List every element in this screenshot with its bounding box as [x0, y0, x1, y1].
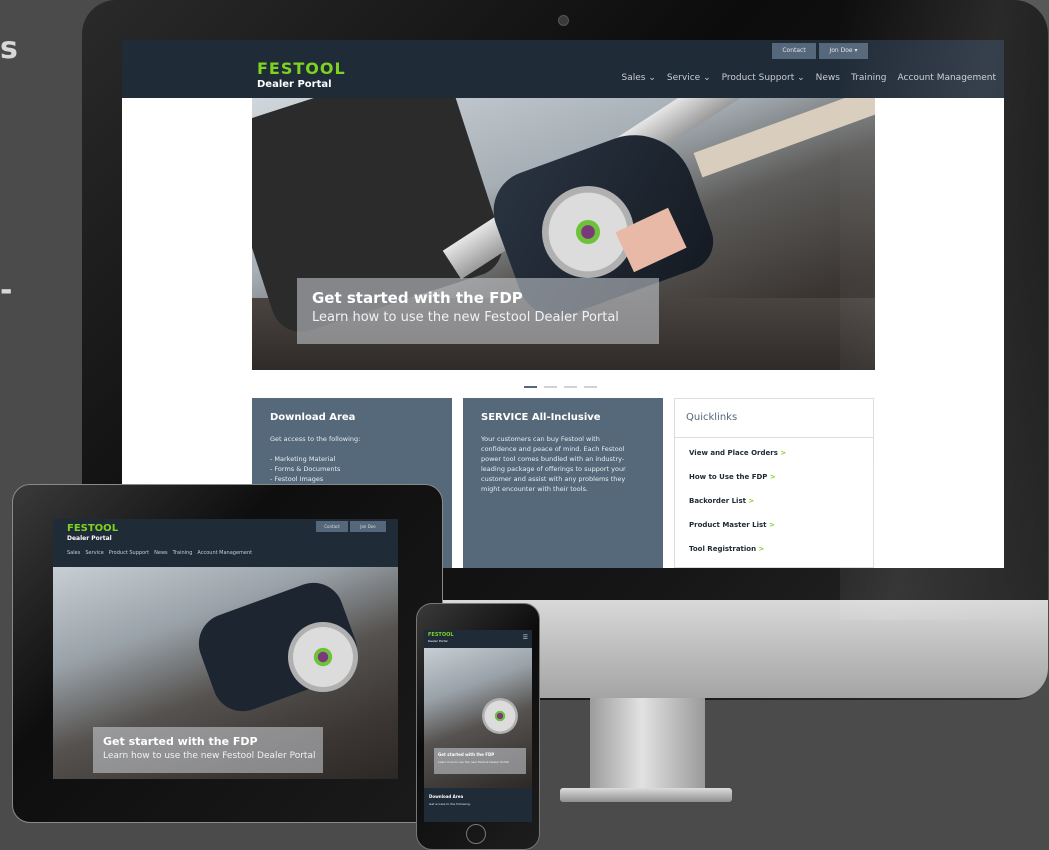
- phone-logo-subtitle: Dealer Portal: [428, 639, 448, 643]
- chevron-right-icon: >: [769, 473, 776, 481]
- slider-dots: [524, 386, 597, 388]
- phone-hero-subtitle: Learn how to use the new Festool Dealer …: [438, 760, 509, 764]
- phone-panel-text: Get access to the following:: [429, 802, 471, 806]
- hero-banner[interactable]: Get started with the FDP Learn how to us…: [252, 98, 875, 370]
- contact-button[interactable]: Contact: [772, 43, 816, 59]
- phone-header: FESTOOL Dealer Portal ☰: [424, 630, 532, 648]
- festool-logo[interactable]: FESTOOL: [257, 61, 346, 77]
- download-area-title: Download Area: [270, 412, 356, 423]
- chevron-right-icon: >: [780, 449, 787, 457]
- nav-item-account-management[interactable]: Account Management: [898, 73, 997, 83]
- slider-dot[interactable]: [564, 386, 577, 388]
- service-title: SERVICE All-Inclusive: [481, 412, 601, 423]
- download-area-text: Get access to the following: - Marketing…: [270, 435, 361, 483]
- tablet-hero-caption[interactable]: Get started with the FDP Learn how to us…: [93, 727, 323, 773]
- home-button[interactable]: [466, 824, 486, 844]
- site-header: FESTOOL Dealer Portal Contact Jon Doe ▾ …: [122, 40, 1004, 98]
- tablet-logo-subtitle: Dealer Portal: [67, 535, 112, 542]
- edge-text-1: s: [0, 31, 18, 66]
- chevron-down-icon: ⌄: [797, 73, 805, 83]
- tablet-nav-news[interactable]: News: [154, 550, 168, 556]
- tablet-hero-subtitle: Learn how to use the new Festool Dealer …: [103, 751, 316, 761]
- tablet-nav-service[interactable]: Service: [85, 550, 103, 556]
- chevron-down-icon: ⌄: [703, 73, 711, 83]
- tablet-hero-title: Get started with the FDP: [103, 735, 258, 748]
- tablet-saw-blade: [288, 622, 358, 692]
- phone-download-panel[interactable]: Download Area Get access to the followin…: [424, 788, 532, 822]
- hero-subtitle: Learn how to use the new Festool Dealer …: [312, 310, 619, 325]
- chevron-down-icon: ⌄: [648, 73, 656, 83]
- service-panel[interactable]: SERVICE All-Inclusive Your customers can…: [463, 398, 663, 568]
- nav-item-service[interactable]: Service ⌄: [667, 73, 711, 83]
- quicklinks-panel: Quicklinks View and Place Orders > How t…: [674, 398, 874, 568]
- hero-title: Get started with the FDP: [312, 289, 523, 307]
- imac-foot: [560, 788, 732, 802]
- tablet-nav: Sales Service Product Support News Train…: [67, 550, 252, 556]
- quicklinks-title: Quicklinks: [686, 412, 738, 423]
- tablet-user-button[interactable]: Jon Doe: [350, 521, 386, 532]
- logo-subtitle: Dealer Portal: [257, 79, 332, 90]
- tablet-logo[interactable]: FESTOOL: [67, 523, 118, 534]
- tablet-screen: FESTOOL Dealer Portal Contact Jon Doe Sa…: [53, 519, 398, 779]
- phone-hero[interactable]: Get started with the FDP Learn how to us…: [424, 648, 532, 788]
- phone-hero-title: Get started with the FDP: [438, 752, 495, 757]
- menu-icon[interactable]: ☰: [523, 635, 528, 641]
- quicklink-item[interactable]: Tool Registration >: [689, 545, 764, 553]
- tablet-nav-product-support[interactable]: Product Support: [109, 550, 149, 556]
- slider-dot[interactable]: [584, 386, 597, 388]
- phone-screen: FESTOOL Dealer Portal ☰ Get started with…: [424, 630, 532, 822]
- slider-dot[interactable]: [544, 386, 557, 388]
- quicklink-item[interactable]: View and Place Orders >: [689, 449, 786, 457]
- chevron-right-icon: >: [768, 521, 775, 529]
- tablet-contact-button[interactable]: Contact: [316, 521, 348, 532]
- tablet-header: FESTOOL Dealer Portal Contact Jon Doe Sa…: [53, 519, 398, 567]
- imac-stand: [590, 698, 705, 790]
- edge-text-2: -: [0, 273, 13, 308]
- camera-icon: [558, 15, 569, 26]
- contact-button-label: Contact: [782, 47, 806, 54]
- quicklink-item[interactable]: Product Master List >: [689, 521, 775, 529]
- nav-item-sales[interactable]: Sales ⌄: [622, 73, 656, 83]
- tablet-nav-account-management[interactable]: Account Management: [197, 550, 252, 556]
- chevron-down-icon: ▾: [854, 47, 858, 54]
- tablet-hero[interactable]: Get started with the FDP Learn how to us…: [53, 567, 398, 779]
- phone-saw-blade: [482, 698, 518, 734]
- user-menu-label: Jon Doe: [829, 47, 853, 54]
- nav-item-product-support[interactable]: Product Support ⌄: [722, 73, 805, 83]
- nav-item-news[interactable]: News: [816, 73, 840, 83]
- service-text: Your customers can buy Festool with conf…: [481, 435, 626, 493]
- slider-dot[interactable]: [524, 386, 537, 388]
- tablet-nav-training[interactable]: Training: [173, 550, 193, 556]
- chevron-right-icon: >: [748, 497, 755, 505]
- chevron-right-icon: >: [758, 545, 765, 553]
- nav-item-training[interactable]: Training: [851, 73, 887, 83]
- phone-hero-caption[interactable]: Get started with the FDP Learn how to us…: [434, 748, 526, 774]
- divider: [675, 437, 873, 438]
- quicklink-item[interactable]: Backorder List >: [689, 497, 754, 505]
- phone-panel-title: Download Area: [429, 794, 464, 799]
- main-nav: Sales ⌄ Service ⌄ Product Support ⌄ News…: [622, 73, 996, 83]
- phone-logo[interactable]: FESTOOL: [428, 632, 454, 638]
- hero-caption[interactable]: Get started with the FDP Learn how to us…: [297, 278, 659, 344]
- user-menu-button[interactable]: Jon Doe ▾: [819, 43, 868, 59]
- quicklink-item[interactable]: How to Use the FDP >: [689, 473, 776, 481]
- tablet-nav-sales[interactable]: Sales: [67, 550, 80, 556]
